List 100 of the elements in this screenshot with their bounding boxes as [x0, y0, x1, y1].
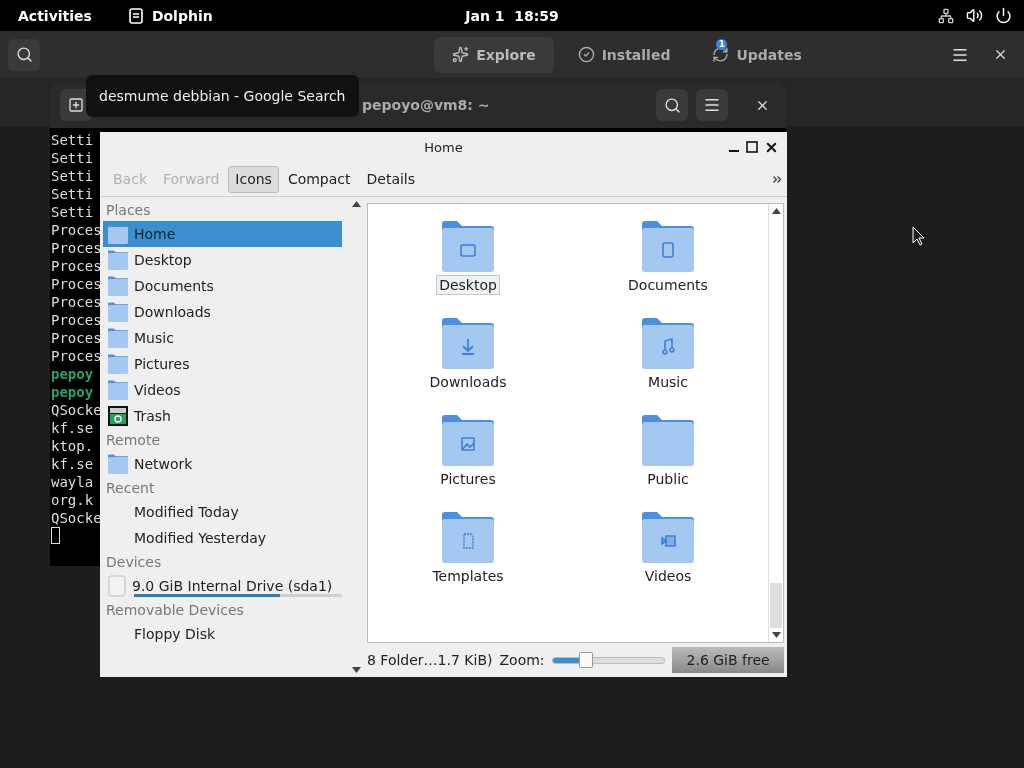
- app-icon: [127, 7, 144, 24]
- status-text: 8 Folder…1.7 KiB): [367, 652, 493, 668]
- search-button[interactable]: [656, 89, 688, 121]
- folder-icon: [108, 250, 128, 270]
- app-menu[interactable]: Dolphin: [151, 7, 213, 24]
- terminal-line: Setti: [51, 131, 94, 149]
- plus-icon: [68, 97, 84, 113]
- places-item[interactable]: Documents: [103, 273, 342, 299]
- section-heading: Removable Devices: [105, 601, 245, 620]
- folder-icon: [642, 317, 694, 369]
- section-heading: Places: [105, 201, 152, 220]
- power-icon[interactable]: [995, 7, 1012, 24]
- section-heading: Recent: [105, 479, 156, 498]
- toolbar-button[interactable]: Details: [359, 165, 423, 193]
- toolbar-button[interactable]: Compact: [280, 165, 358, 193]
- trash-icon: [108, 406, 128, 426]
- terminal-line: pepoy: [51, 383, 94, 401]
- places-item[interactable]: Floppy Disk: [103, 621, 342, 647]
- text-cursor: [51, 527, 60, 544]
- slider-handle[interactable]: [579, 652, 593, 668]
- places-item[interactable]: Modified Yesterday: [103, 525, 342, 551]
- scrollbar-thumb[interactable]: [770, 583, 782, 628]
- file-name[interactable]: Public: [644, 469, 692, 489]
- folder-icon: [108, 380, 128, 400]
- folder-icon: [108, 302, 128, 322]
- folder-icon: [442, 511, 494, 563]
- check-icon: [577, 46, 595, 63]
- activities-button[interactable]: Activities: [18, 7, 92, 24]
- scroll-up-icon[interactable]: [351, 201, 361, 207]
- window-title: pepoyo@vm8: ~: [362, 97, 490, 113]
- volume-icon[interactable]: [966, 7, 983, 24]
- search-button[interactable]: [8, 38, 40, 71]
- tooltip: desmume debbian - Google Search: [86, 75, 359, 117]
- terminal-line: Proces: [51, 239, 102, 257]
- terminal-line: kf.se: [51, 455, 94, 473]
- places-item[interactable]: Videos: [103, 377, 342, 403]
- tab[interactable]: Updates 1: [694, 36, 820, 73]
- folder-icon: [442, 414, 494, 466]
- folder-icon: [442, 220, 494, 272]
- file-name[interactable]: Downloads: [426, 372, 510, 392]
- terminal-line: Proces: [51, 311, 102, 329]
- scroll-down-icon[interactable]: [351, 667, 361, 673]
- file-name[interactable]: Videos: [641, 566, 695, 586]
- file-name[interactable]: Music: [645, 372, 691, 392]
- file-name[interactable]: Documents: [625, 275, 711, 295]
- folder-icon: [642, 511, 694, 563]
- clock[interactable]: Jan 1 18:59: [465, 7, 559, 24]
- places-item[interactable]: Desktop: [103, 247, 342, 273]
- places-item[interactable]: Network: [103, 451, 342, 477]
- places-item[interactable]: Music: [103, 325, 342, 351]
- mouse-pointer-icon: [912, 226, 926, 246]
- folder-icon: [642, 220, 694, 272]
- places-item[interactable]: Home: [103, 221, 342, 247]
- file-name[interactable]: Pictures: [437, 469, 499, 489]
- section-heading: Remote: [105, 431, 162, 450]
- menu-button[interactable]: [696, 89, 728, 121]
- window-title: Home: [424, 139, 463, 155]
- terminal-line: Setti: [51, 185, 94, 203]
- folder-icon: [108, 224, 128, 244]
- menu-icon: [703, 96, 721, 114]
- terminal-line: org.k: [51, 491, 94, 509]
- terminal-line: Proces: [51, 293, 102, 311]
- places-item[interactable]: 9.0 GiB Internal Drive (sda1): [103, 573, 342, 599]
- places-item[interactable]: Downloads: [103, 299, 342, 325]
- folder-icon: [442, 317, 494, 369]
- folder-icon: [108, 354, 128, 374]
- terminal-line: Setti: [51, 167, 94, 185]
- toolbar-button[interactable]: Icons: [228, 165, 279, 193]
- file-name[interactable]: Templates: [429, 566, 507, 586]
- folder-icon: [642, 414, 694, 466]
- folder-icon: [108, 276, 128, 296]
- overflow-icon[interactable]: [773, 175, 781, 183]
- terminal-line: QSocke: [51, 509, 102, 527]
- terminal-line: kf.se: [51, 419, 94, 437]
- network-icon[interactable]: [938, 7, 954, 24]
- maximize-icon[interactable]: [746, 141, 758, 153]
- terminal-line: ktop.: [51, 437, 94, 455]
- places-item[interactable]: Modified Today: [103, 499, 342, 525]
- terminal-line: wayla: [51, 473, 94, 491]
- scroll-down-icon[interactable]: [771, 632, 781, 638]
- terminal-line: Setti: [51, 203, 94, 221]
- search-icon: [15, 46, 33, 63]
- drive-icon: [108, 575, 126, 597]
- free-space-bar: 2.6 GiB free: [672, 647, 784, 673]
- tab[interactable]: Installed: [559, 36, 689, 73]
- scroll-up-icon[interactable]: [771, 208, 781, 214]
- terminal-line: Proces: [51, 329, 102, 347]
- zoom-label: Zoom:: [499, 652, 545, 668]
- folder-icon: [108, 454, 128, 474]
- sparkle-icon: [452, 46, 470, 63]
- tab[interactable]: Explore: [434, 36, 554, 73]
- terminal-line: pepoy: [51, 365, 94, 383]
- places-item[interactable]: Trash: [103, 403, 342, 429]
- zoom-slider[interactable]: [551, 652, 666, 668]
- terminal-line: Proces: [51, 257, 102, 275]
- places-item[interactable]: Pictures: [103, 351, 342, 377]
- terminal-line: Proces: [51, 275, 102, 293]
- file-name[interactable]: Desktop: [436, 275, 500, 295]
- folder-icon: [108, 328, 128, 348]
- terminal-line: Proces: [51, 347, 102, 365]
